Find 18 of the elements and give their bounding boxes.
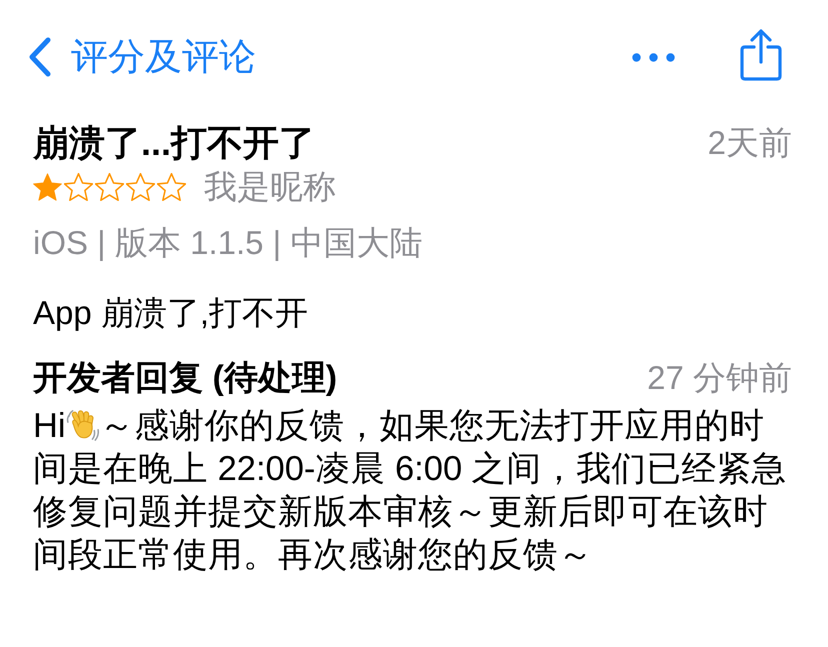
empty-star-icon [95, 173, 124, 201]
review-date: 2天前 [708, 123, 792, 163]
back-button[interactable]: 评分及评论 [28, 35, 256, 79]
reply-heading: 开发者回复 (待处理) [33, 358, 338, 398]
reply-text: Hi ～感谢你的反馈，如果您无法打开应用的时间是在晚上 22:00-凌晨 6:00 之间，我们已经紧急修复问题并提交新版本审核～更新后即可在该时间段正常使用。再次感谢您的反馈～ [33, 406, 788, 576]
author-name: 我是昵称 [204, 169, 336, 205]
share-icon[interactable] [740, 29, 782, 81]
review-title: 崩溃了...打不开了 [33, 123, 316, 163]
waving-hand-icon [66, 407, 100, 443]
filled-star-icon [33, 173, 62, 201]
reply-date: 27 分钟前 [647, 358, 792, 398]
empty-star-icon [157, 173, 186, 201]
more-icon[interactable] [632, 52, 675, 62]
review-text: App 崩溃了,打不开 [33, 293, 310, 333]
empty-star-icon [64, 173, 93, 201]
back-icon [28, 37, 51, 77]
review-meta: iOS | 版本 1.1.5 | 中国大陆 [33, 223, 424, 263]
empty-star-icon [126, 173, 155, 201]
